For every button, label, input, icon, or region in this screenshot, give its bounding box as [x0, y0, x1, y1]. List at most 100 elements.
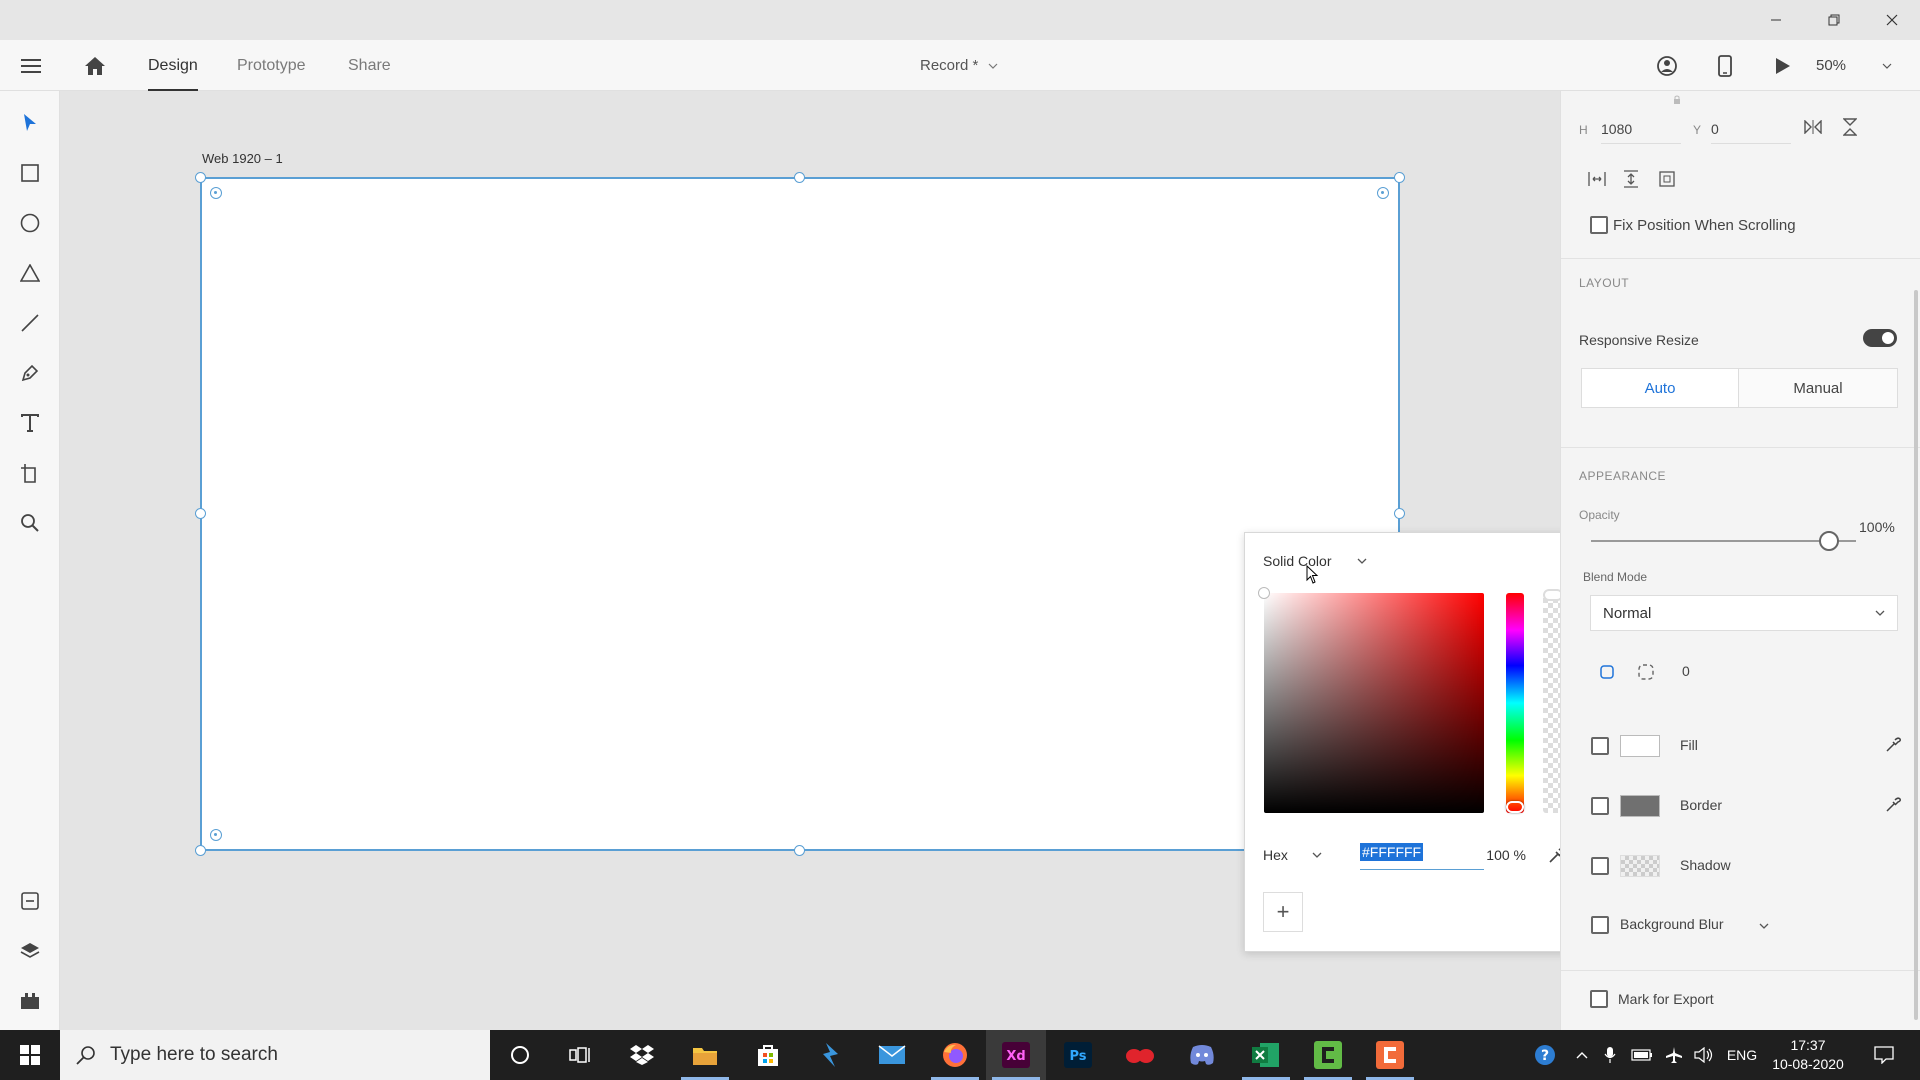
plugins-panel-button[interactable]: [15, 986, 45, 1016]
corner-uniform-button[interactable]: [1597, 662, 1617, 682]
cortana-button[interactable]: [490, 1030, 550, 1080]
text-tool[interactable]: [15, 408, 45, 438]
resize-handle-top[interactable]: [794, 172, 805, 183]
taskbar-adobe-xd[interactable]: Xd: [986, 1030, 1046, 1080]
resize-handle-left[interactable]: [195, 508, 206, 519]
assets-panel-button[interactable]: [15, 886, 45, 916]
flip-horizontal-button[interactable]: [1801, 115, 1825, 139]
distribute-vertical-button[interactable]: [1619, 167, 1643, 191]
shadow-checkbox[interactable]: [1591, 857, 1609, 875]
tab-share[interactable]: Share: [348, 40, 391, 91]
artboard-label[interactable]: Web 1920 – 1: [202, 151, 283, 166]
task-view-button[interactable]: [550, 1030, 610, 1080]
corner-radius-handle-bottom-left[interactable]: [210, 829, 222, 841]
taskbar-dropbox[interactable]: [612, 1030, 672, 1080]
inspector-scrollbar[interactable]: [1914, 290, 1918, 1020]
border-checkbox[interactable]: [1591, 797, 1609, 815]
resize-handle-top-left[interactable]: [195, 172, 206, 183]
rectangle-tool[interactable]: [15, 158, 45, 188]
resize-manual-button[interactable]: Manual: [1738, 368, 1898, 408]
alpha-percent-input[interactable]: 100 %: [1471, 847, 1526, 863]
tray-help-button[interactable]: ?: [1530, 1030, 1560, 1080]
taskbar-mail[interactable]: [862, 1030, 922, 1080]
mark-for-export-checkbox[interactable]: [1590, 990, 1608, 1008]
corner-per-corner-button[interactable]: [1636, 662, 1656, 682]
opacity-slider-track[interactable]: [1591, 540, 1856, 542]
play-preview-button[interactable]: [1768, 51, 1798, 81]
tray-volume[interactable]: [1690, 1030, 1718, 1080]
resize-handle-bottom[interactable]: [794, 845, 805, 856]
home-button[interactable]: [80, 51, 110, 81]
lock-aspect-icon[interactable]: [1673, 95, 1681, 105]
tab-prototype[interactable]: Prototype: [237, 40, 305, 91]
line-tool[interactable]: [15, 308, 45, 338]
flip-vertical-button[interactable]: [1838, 115, 1862, 139]
taskbar-camtasia[interactable]: [1298, 1030, 1358, 1080]
corner-radius-handle-top-right[interactable]: [1377, 187, 1389, 199]
resize-handle-bottom-left[interactable]: [195, 845, 206, 856]
resize-handle-top-right[interactable]: [1394, 172, 1405, 183]
menu-button[interactable]: [16, 51, 46, 81]
chevron-down-icon[interactable]: [1759, 923, 1769, 929]
y-input[interactable]: 0: [1711, 121, 1791, 144]
action-center-button[interactable]: [1864, 1030, 1904, 1080]
taskbar-visual-studio-code[interactable]: [800, 1030, 860, 1080]
taskbar-clock[interactable]: 17:37 10-08-2020: [1770, 1036, 1846, 1074]
align-to-pixel-grid-button[interactable]: [1655, 167, 1679, 191]
add-swatch-button[interactable]: +: [1263, 892, 1303, 932]
color-mode-dropdown[interactable]: Hex: [1263, 847, 1322, 863]
fill-eyedropper-button[interactable]: [1881, 733, 1905, 757]
artboard[interactable]: [200, 177, 1400, 851]
layers-panel-button[interactable]: [15, 936, 45, 966]
saturation-value-area[interactable]: [1264, 593, 1484, 813]
document-title-dropdown[interactable]: Record *: [920, 40, 998, 91]
background-blur-checkbox[interactable]: [1591, 916, 1609, 934]
tray-battery[interactable]: [1628, 1030, 1656, 1080]
fix-position-checkbox[interactable]: [1590, 216, 1608, 234]
taskbar-firefox[interactable]: [925, 1030, 985, 1080]
tab-design[interactable]: Design: [148, 40, 198, 91]
taskbar-store[interactable]: [738, 1030, 798, 1080]
tray-show-hidden-icons[interactable]: [1570, 1030, 1594, 1080]
tray-airplane-mode[interactable]: [1660, 1030, 1688, 1080]
restore-button[interactable]: [1810, 4, 1858, 36]
blend-mode-dropdown[interactable]: Normal: [1590, 595, 1898, 631]
tray-language[interactable]: ENG: [1722, 1030, 1762, 1080]
shadow-swatch[interactable]: [1620, 855, 1660, 877]
taskbar-excel[interactable]: [1236, 1030, 1296, 1080]
taskbar-photoshop[interactable]: Ps: [1048, 1030, 1108, 1080]
ellipse-tool[interactable]: [15, 208, 45, 238]
hex-input[interactable]: #FFFFFF: [1360, 843, 1484, 870]
responsive-resize-toggle[interactable]: [1863, 329, 1897, 347]
taskbar-discord[interactable]: [1172, 1030, 1232, 1080]
zoom-dropdown[interactable]: 50%: [1816, 40, 1892, 91]
distribute-horizontal-button[interactable]: [1585, 167, 1609, 191]
corner-radius-input[interactable]: 0: [1682, 663, 1690, 679]
resize-handle-right[interactable]: [1394, 508, 1405, 519]
device-preview-button[interactable]: [1710, 51, 1740, 81]
select-tool[interactable]: [15, 108, 45, 138]
artboard-tool[interactable]: [15, 458, 45, 488]
resize-auto-button[interactable]: Auto: [1581, 368, 1739, 408]
border-eyedropper-button[interactable]: [1881, 793, 1905, 817]
tray-microphone[interactable]: [1598, 1030, 1622, 1080]
color-cursor[interactable]: [1258, 587, 1270, 599]
taskbar-red-app[interactable]: [1110, 1030, 1170, 1080]
start-button[interactable]: [0, 1030, 60, 1080]
opacity-value[interactable]: 100%: [1859, 519, 1895, 535]
corner-radius-handle-top-left[interactable]: [210, 187, 222, 199]
taskbar-file-explorer[interactable]: [675, 1030, 735, 1080]
close-button[interactable]: [1868, 4, 1916, 36]
zoom-tool[interactable]: [15, 508, 45, 538]
taskbar-search-box[interactable]: Type here to search: [60, 1030, 490, 1080]
hue-slider-knob[interactable]: [1506, 801, 1524, 813]
polygon-tool[interactable]: [15, 258, 45, 288]
height-input[interactable]: 1080: [1601, 121, 1681, 144]
taskbar-camtasia-recorder[interactable]: [1360, 1030, 1420, 1080]
minimize-button[interactable]: [1752, 4, 1800, 36]
opacity-slider-knob[interactable]: [1819, 531, 1839, 551]
hue-slider[interactable]: [1506, 593, 1524, 813]
pen-tool[interactable]: [15, 358, 45, 388]
border-color-swatch[interactable]: [1620, 795, 1660, 817]
fill-checkbox[interactable]: [1591, 737, 1609, 755]
